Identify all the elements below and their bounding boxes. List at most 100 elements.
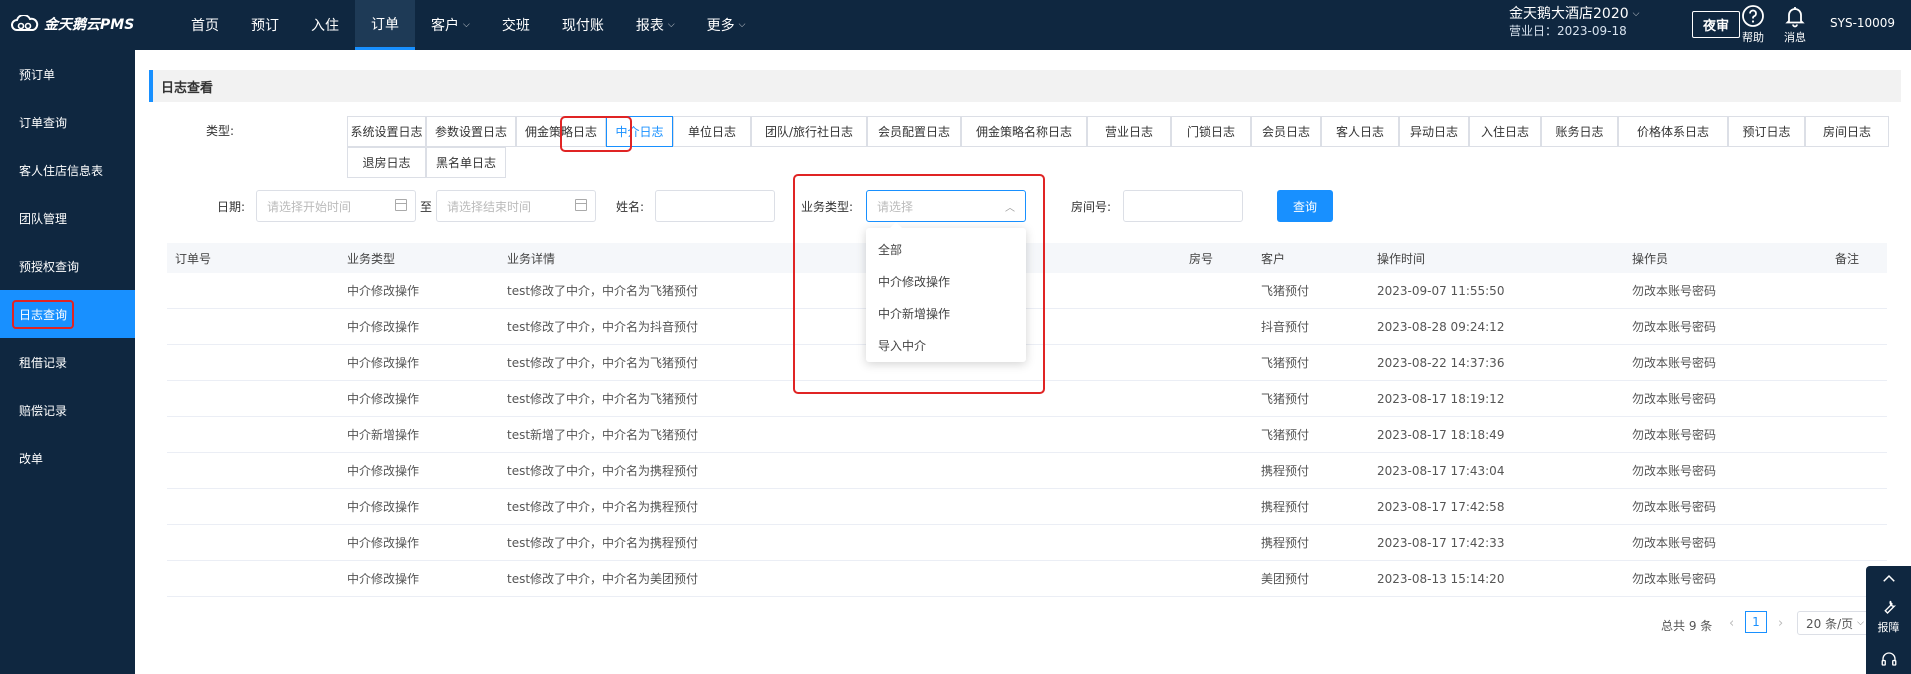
dropdown-option[interactable]: 中介新增操作 bbox=[866, 297, 1026, 329]
prev-page-icon[interactable]: ‹ bbox=[1729, 616, 1734, 631]
table-cell-type: 中介修改操作 bbox=[347, 464, 420, 478]
page-size-select[interactable]: 20 条/页 ⌵ bbox=[1797, 611, 1869, 635]
nav-item-label: 更多 bbox=[706, 18, 735, 34]
name-input[interactable] bbox=[655, 190, 775, 222]
hotel-info[interactable]: 金天鹅大酒店2020 ⌵ 营业日：2023-09-18 bbox=[1509, 6, 1639, 40]
log-tab[interactable]: 客人日志 bbox=[1321, 116, 1399, 147]
nav-item[interactable]: 首页 bbox=[175, 0, 235, 50]
column-header: 业务类型 bbox=[347, 251, 396, 266]
table-cell-time: 2023-08-17 17:42:58 bbox=[1377, 499, 1505, 514]
date-end-input[interactable]: 请选择结束时间 bbox=[436, 190, 596, 222]
biz-type-dropdown: 全部 中介修改操作 中介新增操作 导入中介 bbox=[866, 222, 1026, 362]
report-button[interactable]: 报障 bbox=[1866, 598, 1911, 635]
user-account[interactable]: SYS-10009 bbox=[1830, 16, 1895, 30]
table-cell-operator: 勿改本账号密码 bbox=[1632, 428, 1717, 442]
log-tab[interactable]: 房间日志 bbox=[1805, 116, 1889, 147]
chevron-down-icon: ⌵ bbox=[738, 20, 746, 30]
log-tab[interactable]: 预订日志 bbox=[1728, 116, 1805, 147]
log-tab[interactable]: 价格体系日志 bbox=[1618, 116, 1728, 147]
page-number[interactable]: 1 bbox=[1745, 611, 1767, 633]
sidebar-item[interactable]: 赔偿记录 bbox=[0, 386, 135, 434]
date-start-placeholder: 请选择开始时间 bbox=[267, 199, 352, 214]
nav-item[interactable]: 预订 bbox=[235, 0, 295, 50]
table-row[interactable]: 中介修改操作 test修改了中介，中介名为美团预付 美团预付 2023-08-13 1… bbox=[167, 561, 1887, 597]
table-row[interactable]: 中介新增操作 test新增了中介，中介名为飞猪预付 飞猪预付 2023-08-17 1… bbox=[167, 417, 1887, 453]
nav-item[interactable]: 更多 ⌵ bbox=[691, 0, 762, 50]
nav-item[interactable]: 现付账 bbox=[546, 0, 620, 50]
table-cell-detail: test修改了中介，中介名为飞猪预付 bbox=[507, 284, 699, 298]
log-tab[interactable]: 会员配置日志 bbox=[867, 116, 961, 147]
sidebar-item[interactable]: 租借记录 bbox=[0, 338, 135, 386]
nav-item[interactable]: 订单 bbox=[355, 0, 415, 50]
log-tab[interactable]: 入住日志 bbox=[1469, 116, 1541, 147]
nav-item[interactable]: 入住 bbox=[295, 0, 355, 50]
top-bar: 金天鹅云PMS 首页 预订 入住 订单 客户 ⌵ 交班 现付账 报表 ⌵ 更多 ⌵ 金天鹅大酒店202… bbox=[0, 0, 1911, 50]
log-tab[interactable]: 系统设置日志 bbox=[347, 116, 426, 147]
brand-logo[interactable]: 金天鹅云PMS bbox=[10, 14, 134, 34]
query-button[interactable]: 查询 bbox=[1277, 190, 1333, 222]
column-header: 操作员 bbox=[1632, 251, 1669, 266]
dropdown-option[interactable]: 中介修改操作 bbox=[866, 265, 1026, 297]
page-size-label: 20 条/页 bbox=[1806, 616, 1854, 631]
log-tab[interactable]: 团队/旅行社日志 bbox=[751, 116, 867, 147]
table-row[interactable]: 中介修改操作 test修改了中介，中介名为携程预付 携程预付 2023-08-17 1… bbox=[167, 525, 1887, 561]
date-start-input[interactable]: 请选择开始时间 bbox=[256, 190, 416, 222]
nav-item[interactable]: 客户 ⌵ bbox=[415, 0, 486, 50]
sidebar-item[interactable]: 改单 bbox=[0, 434, 135, 482]
table-cell-type: 中介修改操作 bbox=[347, 572, 420, 586]
table-cell-time: 2023-08-17 17:43:04 bbox=[1377, 463, 1505, 478]
sidebar-item-label: 赔偿记录 bbox=[19, 403, 68, 418]
scroll-top-button[interactable] bbox=[1866, 570, 1911, 591]
log-tab[interactable]: 参数设置日志 bbox=[426, 116, 516, 147]
table-cell-operator: 勿改本账号密码 bbox=[1632, 536, 1717, 550]
sidebar-item[interactable]: 预订单 bbox=[0, 50, 135, 98]
chevron-down-icon: ⌵ bbox=[1632, 9, 1640, 19]
log-tab[interactable]: 会员日志 bbox=[1251, 116, 1321, 147]
table-cell-time: 2023-08-13 15:14:20 bbox=[1377, 571, 1505, 586]
nav-item[interactable]: 报表 ⌵ bbox=[620, 0, 691, 50]
sidebar-item[interactable]: 客人住店信息表 bbox=[0, 146, 135, 194]
log-tab[interactable]: 异动日志 bbox=[1399, 116, 1469, 147]
next-page-icon[interactable]: › bbox=[1778, 616, 1783, 631]
help-button[interactable]: 帮助 bbox=[1733, 4, 1773, 45]
nav-item-label: 入住 bbox=[311, 18, 339, 34]
brand-name: 金天鹅云PMS bbox=[44, 17, 135, 33]
table-cell-customer: 携程预付 bbox=[1261, 536, 1310, 550]
date-end-placeholder: 请选择结束时间 bbox=[447, 199, 532, 214]
table-cell-type: 中介修改操作 bbox=[347, 356, 420, 370]
table-cell-type: 中介修改操作 bbox=[347, 500, 420, 514]
table-row[interactable]: 中介修改操作 test修改了中介，中介名为携程预付 携程预付 2023-08-17 1… bbox=[167, 489, 1887, 525]
nav-item[interactable]: 交班 bbox=[486, 0, 546, 50]
dropdown-option[interactable]: 全部 bbox=[866, 233, 1026, 265]
chevron-up-icon bbox=[1882, 574, 1895, 582]
table-cell-customer: 携程预付 bbox=[1261, 500, 1310, 514]
messages-button[interactable]: 消息 bbox=[1775, 4, 1815, 45]
room-input[interactable] bbox=[1123, 190, 1243, 222]
log-tab[interactable]: 退房日志 bbox=[347, 147, 426, 178]
name-label: 姓名: bbox=[616, 200, 645, 214]
page-title: 日志查看 bbox=[149, 70, 1901, 102]
log-tab[interactable]: 门锁日志 bbox=[1171, 116, 1251, 147]
table-cell-type: 中介修改操作 bbox=[347, 320, 420, 334]
table-cell-customer: 携程预付 bbox=[1261, 464, 1310, 478]
log-tab[interactable]: 单位日志 bbox=[673, 116, 751, 147]
sidebar-item[interactable]: 日志查询 bbox=[0, 290, 135, 338]
table-cell-operator: 勿改本账号密码 bbox=[1632, 392, 1717, 406]
nav-item-label: 交班 bbox=[501, 18, 530, 34]
chevron-down-icon: ⌵ bbox=[667, 20, 675, 30]
sidebar-item[interactable]: 订单查询 bbox=[0, 98, 135, 146]
sidebar-item-label: 团队管理 bbox=[19, 211, 68, 226]
log-tab[interactable]: 黑名单日志 bbox=[426, 147, 506, 178]
table-cell-detail: test修改了中介，中介名为飞猪预付 bbox=[507, 392, 699, 406]
table-row[interactable]: 中介修改操作 test修改了中介，中介名为携程预付 携程预付 2023-08-17 1… bbox=[167, 453, 1887, 489]
log-tab[interactable]: 佣金策略名称日志 bbox=[961, 116, 1087, 147]
log-tab[interactable]: 营业日志 bbox=[1087, 116, 1171, 147]
sidebar-item[interactable]: 团队管理 bbox=[0, 194, 135, 242]
log-tab[interactable]: 账务日志 bbox=[1541, 116, 1618, 147]
help-label: 帮助 bbox=[1742, 31, 1764, 44]
sidebar-item[interactable]: 预授权查询 bbox=[0, 242, 135, 290]
report-label: 报障 bbox=[1877, 621, 1900, 634]
table-cell-time: 2023-08-17 18:19:12 bbox=[1377, 391, 1505, 406]
support-button[interactable] bbox=[1866, 650, 1911, 671]
dropdown-option[interactable]: 导入中介 bbox=[866, 329, 1026, 361]
